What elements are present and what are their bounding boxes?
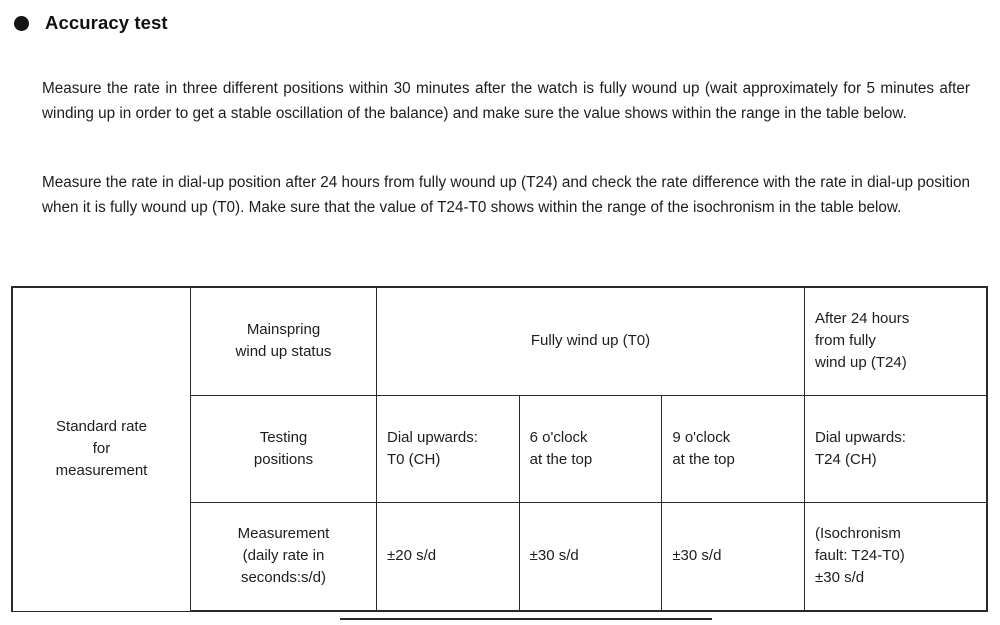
table-cell-tolerance-isochronism: (Isochronism fault: T24-T0) ±30 s/d: [804, 501, 988, 612]
paragraph-measurement-procedure: Measure the rate in three different posi…: [42, 80, 970, 122]
table-cell-group-fully-wind-up: Fully wind up (T0): [376, 286, 805, 396]
standard-rate-table: Standard rate for measurement Mainspring wi…: [11, 286, 988, 612]
table-cell-tolerance-dial-upwards-t0: ±20 s/d: [376, 501, 520, 612]
table-cell-standard-rate-stub: Standard rate for measurement: [11, 286, 191, 612]
table-cell-tolerance-9-oclock: ±30 s/d: [661, 501, 805, 612]
table-cell-measurement-label: Measurement (daily rate in seconds:s/d): [190, 501, 377, 612]
table-cell-testing-positions-label: Testing positions: [190, 394, 377, 503]
table-cell-tolerance-6-oclock: ±30 s/d: [518, 501, 663, 612]
filled-circle-bullet-icon: [14, 15, 29, 31]
section-heading: Accuracy test: [14, 12, 168, 34]
paragraph-isochronism-procedure: Measure the rate in dial-up position aft…: [42, 174, 970, 216]
table-cell-position-6-oclock: 6 o'clock at the top: [518, 394, 663, 503]
table-row-windup-status: Standard rate for measurement Mainspring wi…: [11, 286, 988, 612]
page-title: Accuracy test: [45, 12, 168, 33]
table-cell-position-9-oclock: 9 o'clock at the top: [661, 394, 805, 503]
next-table-top-rule-fragment: [340, 618, 712, 621]
table-cell-position-dial-upwards-t0: Dial upwards: T0 (CH): [376, 394, 520, 503]
table-cell-group-after-24-hours: After 24 hours from fully wind up (T24): [804, 286, 988, 396]
table-cell-mainspring-windup-status: Mainspring wind up status: [190, 286, 377, 396]
table-cell-position-dial-upwards-t24: Dial upwards: T24 (CH): [804, 394, 988, 503]
